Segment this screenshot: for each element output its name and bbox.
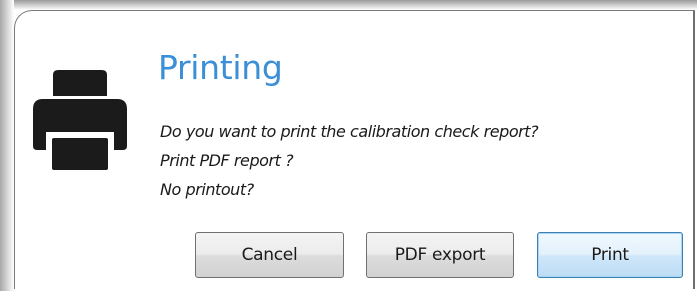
print-button[interactable]: Print — [537, 232, 683, 278]
cancel-button[interactable]: Cancel — [195, 232, 344, 278]
window-shadow-top — [0, 0, 697, 10]
pdf-export-button[interactable]: PDF export — [366, 232, 514, 278]
window-shadow-left — [0, 0, 14, 291]
dialog-message: Do you want to print the calibration che… — [160, 117, 539, 204]
message-line: No printout? — [160, 180, 254, 199]
message-line: Do you want to print the calibration che… — [160, 122, 539, 141]
message-line: Print PDF report ? — [160, 151, 294, 170]
printer-icon — [33, 70, 127, 170]
dialog-title: Printing — [158, 48, 283, 87]
